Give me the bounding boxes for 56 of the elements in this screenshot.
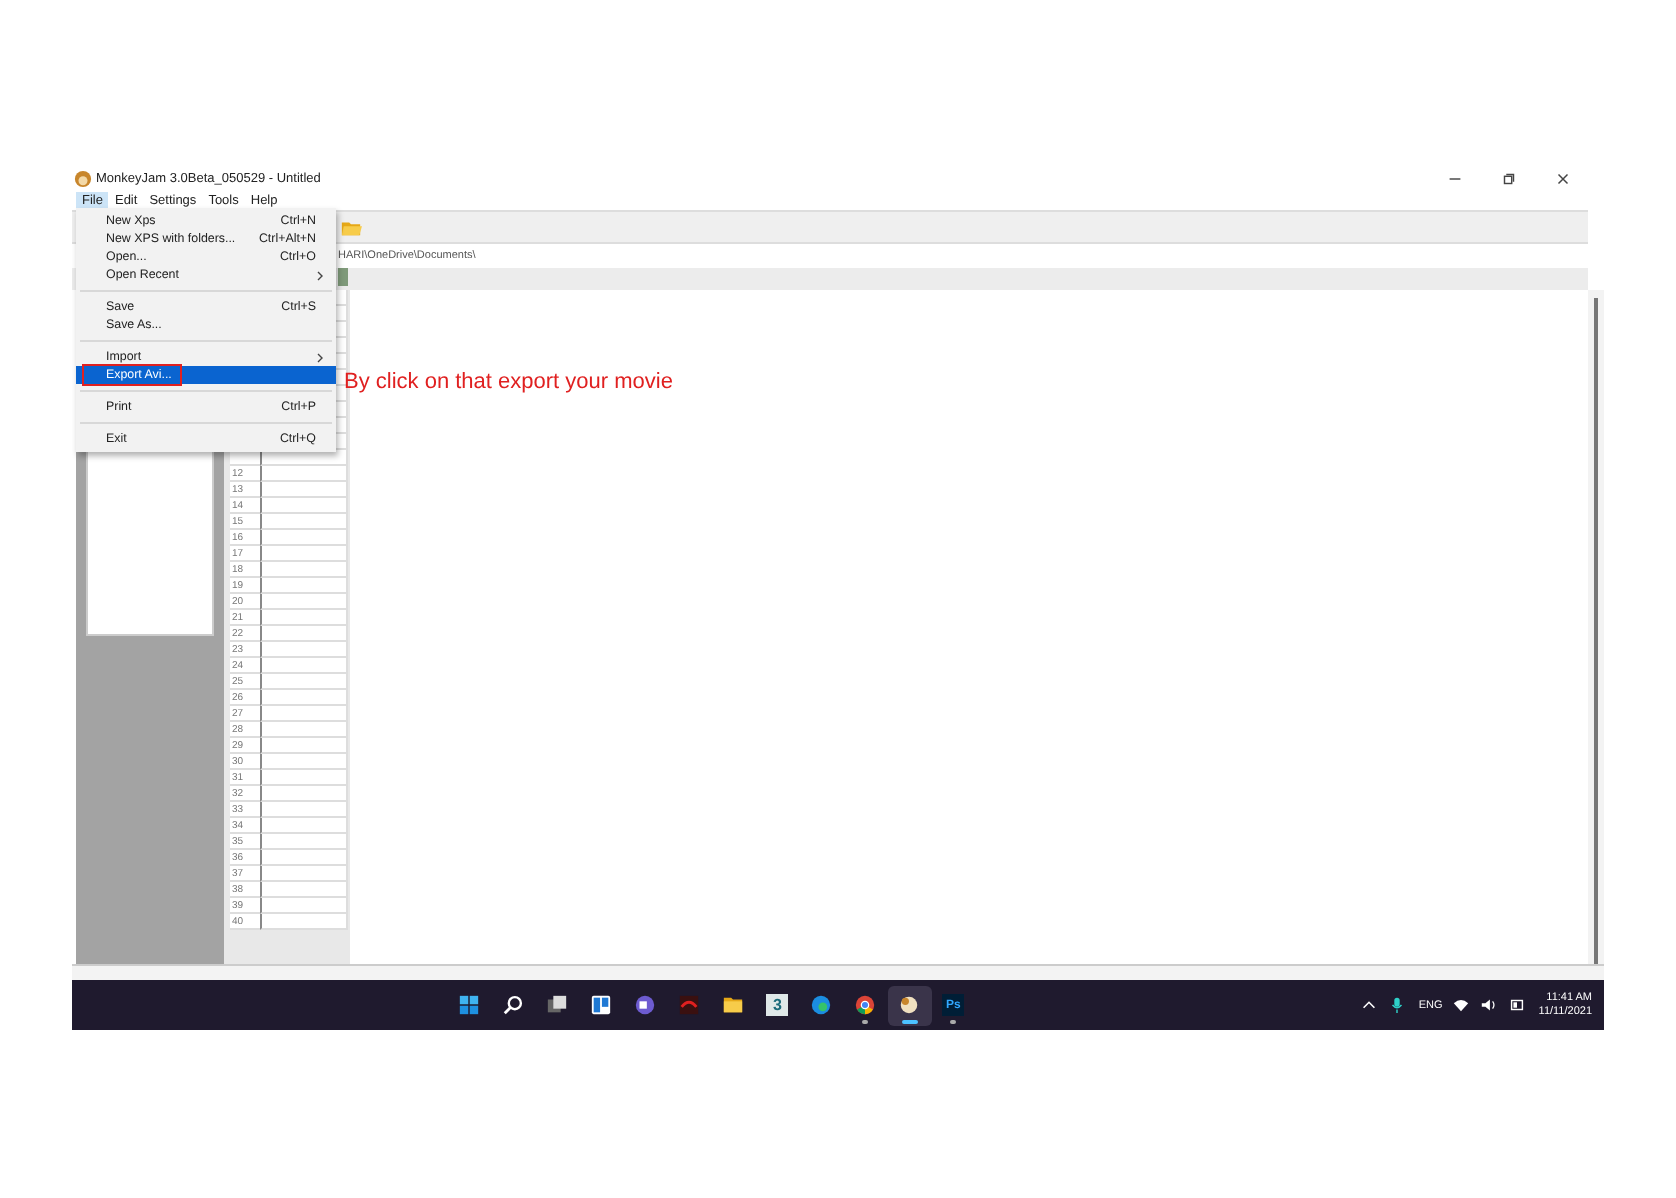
frame-cell[interactable]	[260, 722, 348, 738]
frame-cell[interactable]	[260, 642, 348, 658]
frame-cell[interactable]	[260, 498, 348, 514]
frame-cell[interactable]	[260, 754, 348, 770]
frame-cell[interactable]	[260, 594, 348, 610]
frame-cell[interactable]	[260, 626, 348, 642]
frame-cell[interactable]	[260, 690, 348, 706]
edge-icon	[810, 994, 833, 1016]
chevron-up-icon[interactable]	[1360, 996, 1379, 1014]
folder-icon	[722, 994, 745, 1016]
frame-cell[interactable]	[260, 546, 348, 562]
widgets-icon	[590, 994, 613, 1016]
restore-icon[interactable]	[1500, 169, 1518, 187]
frame-cell[interactable]	[260, 578, 348, 594]
frame-cell[interactable]	[260, 770, 348, 786]
frame-cell[interactable]	[260, 786, 348, 802]
battery-icon[interactable]	[1508, 996, 1527, 1014]
speaker-icon[interactable]	[1480, 996, 1499, 1014]
windows-logo-icon	[458, 994, 481, 1016]
frame-marker	[338, 268, 348, 286]
browser-icon	[854, 994, 877, 1016]
frame-cell[interactable]	[260, 850, 348, 866]
monkey-icon	[898, 994, 921, 1016]
frame-cell[interactable]	[260, 514, 348, 530]
vertical-scrollbar[interactable]	[1588, 290, 1604, 964]
annotation-text: By click on that export your movie	[344, 370, 673, 394]
monkey-icon	[74, 169, 92, 187]
frame-cell[interactable]	[260, 882, 348, 898]
frame-cell[interactable]	[260, 466, 348, 482]
frame-cell[interactable]	[260, 866, 348, 882]
taskbar-app[interactable]	[887, 985, 932, 1025]
game-icon	[678, 994, 701, 1016]
frame-cell[interactable]	[260, 610, 348, 626]
horizontal-scrollbar[interactable]	[72, 964, 1604, 980]
frame-cell[interactable]	[260, 738, 348, 754]
highlight-rectangle	[82, 364, 182, 386]
frame-cell[interactable]	[260, 914, 348, 930]
frame-cell[interactable]	[260, 818, 348, 834]
frame-cell[interactable]	[260, 482, 348, 498]
folder-icon[interactable]	[340, 217, 362, 237]
close-icon[interactable]	[1554, 169, 1572, 187]
microphone-icon[interactable]	[1388, 996, 1407, 1014]
chat-icon	[634, 994, 657, 1016]
frame-cell[interactable]	[260, 658, 348, 674]
frame-cell[interactable]	[260, 834, 348, 850]
wifi-icon[interactable]	[1452, 996, 1471, 1014]
search-icon	[502, 994, 525, 1016]
frame-cell[interactable]	[260, 802, 348, 818]
frame-cell[interactable]	[260, 898, 348, 914]
frame-cell[interactable]	[260, 562, 348, 578]
frame-cell[interactable]	[260, 706, 348, 722]
frame-cell[interactable]	[260, 530, 348, 546]
app-tile: 3	[766, 994, 789, 1016]
task-view-icon	[546, 994, 569, 1016]
taskbar-app[interactable]: 3	[755, 985, 800, 1025]
frame-cell[interactable]	[260, 674, 348, 690]
